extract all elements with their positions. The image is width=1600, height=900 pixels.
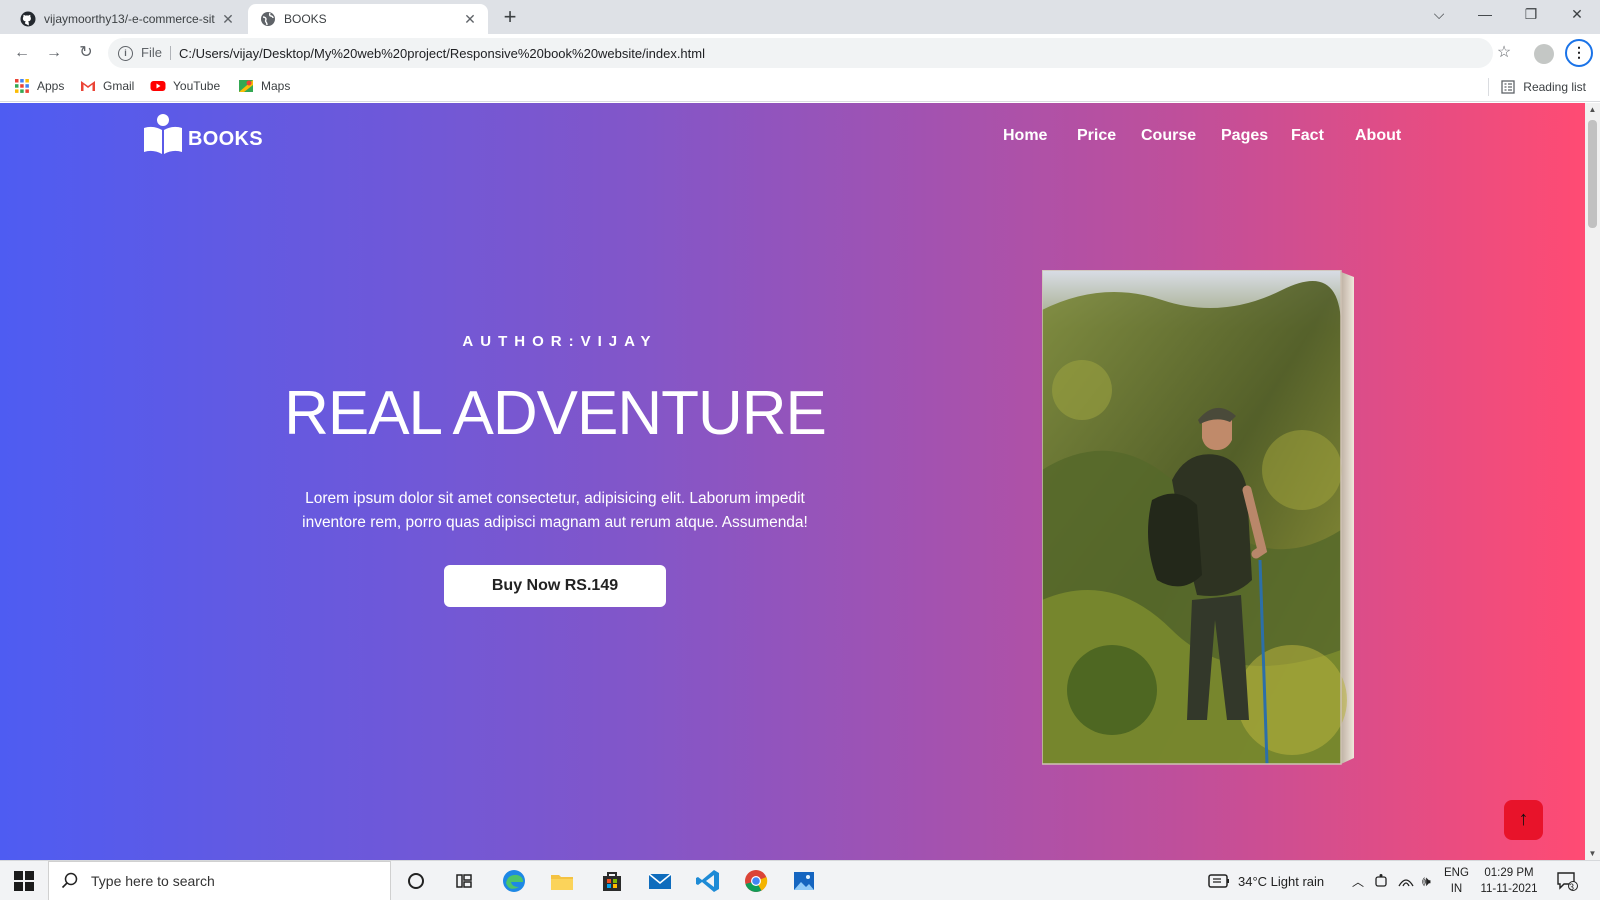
minimize-button[interactable]: — <box>1462 0 1508 30</box>
restore-button[interactable]: ❐ <box>1508 0 1554 30</box>
hero-description: Lorem ipsum dolor sit amet consectetur, … <box>302 490 808 531</box>
bookmarks-bar: Apps Gmail YouTube Maps Reading list <box>0 72 1600 102</box>
volume-icon[interactable]: 🕪 <box>1422 873 1431 890</box>
search-placeholder: Type here to search <box>91 873 215 889</box>
bookmark-label: Gmail <box>103 79 135 93</box>
scroll-up-arrow-icon[interactable]: ▲ <box>1585 105 1600 114</box>
hero-content: AUTHOR:VIJAY REAL ADVENTURE Lorem ipsum … <box>280 333 830 607</box>
buy-now-button[interactable]: Buy Now RS.149 <box>444 565 666 607</box>
bookmark-label: Maps <box>261 79 291 93</box>
weather-text: 34°C Light rain <box>1238 873 1325 889</box>
reading-list-icon <box>1501 80 1515 94</box>
input-language[interactable]: ENG IN <box>1444 865 1469 897</box>
edge-browser-icon[interactable] <box>500 867 528 895</box>
action-center-icon <box>1557 872 1578 891</box>
bookmark-star-icon[interactable]: ☆ <box>1494 43 1514 63</box>
globe-icon <box>261 12 275 26</box>
maps-icon <box>239 80 253 92</box>
clock-date: 11-11-2021 <box>1480 883 1538 895</box>
scroll-to-top-button[interactable]: ↑ <box>1504 800 1543 840</box>
search-icon <box>61 872 78 889</box>
hero-headline: REAL ADVENTURE <box>284 379 827 448</box>
tab-title: vijaymoorthy13/-e-commerce-sit <box>44 12 215 26</box>
weather-widget[interactable]: 34°C Light rain <box>1208 861 1324 900</box>
microsoft-store-icon[interactable] <box>598 867 626 895</box>
address-bar[interactable]: i File C:/Users/vijay/Desktop/My%20web%2… <box>108 38 1493 68</box>
book-cover-image <box>1042 270 1354 765</box>
chevron-up-icon[interactable]: ︿ <box>1352 873 1364 890</box>
profile-avatar[interactable] <box>1534 44 1554 64</box>
scheme-label: File <box>141 46 171 60</box>
meet-now-icon[interactable] <box>1374 873 1388 889</box>
author-label: AUTHOR:VIJAY <box>462 333 658 350</box>
youtube-icon <box>150 81 166 91</box>
reload-button[interactable]: ↻ <box>74 41 98 65</box>
mail-icon[interactable] <box>646 867 674 895</box>
close-window-button[interactable]: ✕ <box>1554 0 1600 30</box>
bookmark-label: YouTube <box>173 79 221 93</box>
tab-github[interactable]: vijaymoorthy13/-e-commerce-sit ✕ <box>8 4 246 34</box>
file-explorer-icon[interactable] <box>548 867 576 895</box>
tab-title: BOOKS <box>284 12 327 26</box>
tab-books[interactable]: BOOKS ✕ <box>248 4 488 34</box>
notifications-button[interactable]: 3 <box>1556 861 1578 900</box>
nav-link-price[interactable]: Price <box>1077 127 1116 145</box>
language-line2: IN <box>1450 883 1463 895</box>
cortana-icon[interactable] <box>402 867 430 895</box>
nav-link-course[interactable]: Course <box>1141 127 1196 145</box>
scrollbar-thumb[interactable] <box>1588 120 1597 228</box>
bookmark-apps[interactable]: Apps <box>14 78 64 94</box>
clock-time: 01:29 PM <box>1484 867 1534 879</box>
site-info-icon[interactable]: i <box>118 45 133 61</box>
new-tab-button[interactable]: + <box>498 6 522 30</box>
browser-menu-icon[interactable]: ⋮ <box>1565 39 1593 67</box>
network-icon[interactable] <box>1398 874 1414 888</box>
close-tab-icon[interactable]: ✕ <box>220 11 236 28</box>
nav-link-about[interactable]: About <box>1355 127 1401 145</box>
reading-list-label: Reading list <box>1523 80 1586 94</box>
forward-button[interactable]: → <box>42 41 66 65</box>
bookmark-maps[interactable]: Maps <box>238 78 290 94</box>
nav-link-home[interactable]: Home <box>1003 127 1047 145</box>
tab-search-icon[interactable]: ⌵ <box>1416 0 1462 30</box>
scroll-down-arrow-icon[interactable]: ▼ <box>1585 849 1600 858</box>
nav-link-fact[interactable]: Fact <box>1291 127 1324 145</box>
url-text[interactable]: C:/Users/vijay/Desktop/My%20web%20projec… <box>179 46 705 61</box>
divider <box>1488 78 1490 96</box>
page-viewport: BOOKS Home Price Course Pages Fact About… <box>0 103 1585 860</box>
page-scrollbar[interactable]: ▲ ▼ <box>1585 103 1600 860</box>
tray-icons: ︿ 🕪 <box>1352 861 1431 900</box>
nav-link-pages[interactable]: Pages <box>1221 127 1268 145</box>
chrome-icon[interactable] <box>742 867 770 895</box>
gmail-icon <box>81 81 95 91</box>
site-logo-text: BOOKS <box>188 128 263 150</box>
bookmark-youtube[interactable]: YouTube <box>150 78 220 94</box>
system-clock[interactable]: 01:29 PM 11-11-2021 <box>1474 865 1544 897</box>
github-icon <box>20 11 36 27</box>
browser-toolbar: ← → ↻ i File C:/Users/vijay/Desktop/My%2… <box>0 34 1600 72</box>
arrow-up-icon: ↑ <box>1518 808 1529 830</box>
close-tab-icon[interactable]: ✕ <box>462 11 478 28</box>
reading-list-button[interactable]: Reading list <box>1488 78 1586 96</box>
bookmark-label: Apps <box>37 79 65 93</box>
open-book-icon <box>144 114 182 154</box>
vscode-icon[interactable] <box>694 867 722 895</box>
site-logo[interactable]: BOOKS <box>142 113 263 155</box>
notification-count: 3 <box>1569 882 1575 892</box>
back-button[interactable]: ← <box>10 41 34 65</box>
taskbar-search-box[interactable]: Type here to search <box>48 861 391 900</box>
battery-weather-icon <box>1208 874 1229 888</box>
browser-tab-strip: vijaymoorthy13/-e-commerce-sit ✕ BOOKS ✕… <box>0 0 1600 34</box>
language-line1: ENG <box>1444 867 1469 879</box>
task-view-icon[interactable] <box>450 867 478 895</box>
apps-grid-icon <box>15 79 29 93</box>
bookmark-gmail[interactable]: Gmail <box>80 78 134 94</box>
windows-taskbar: Type here to search 34°C Light rain ︿ 🕪 … <box>0 860 1600 900</box>
windows-start-icon[interactable] <box>14 871 34 891</box>
photos-icon[interactable] <box>790 867 818 895</box>
